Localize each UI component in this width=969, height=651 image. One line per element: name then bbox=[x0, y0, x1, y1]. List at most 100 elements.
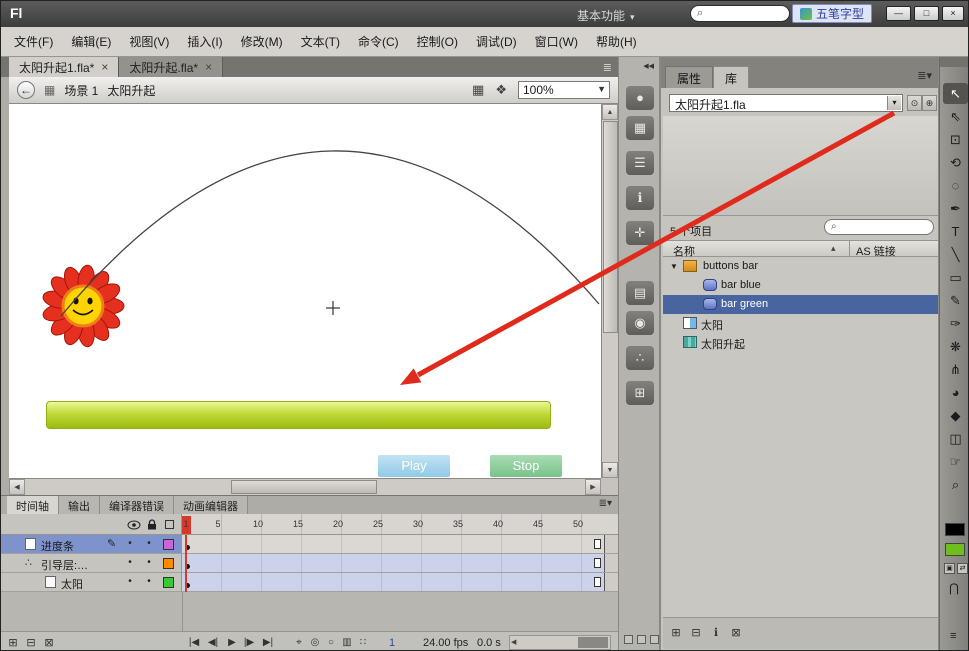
timeline-ruler[interactable]: 1 5 10 15 20 25 30 35 40 45 50 bbox=[182, 514, 618, 535]
brush-tool[interactable]: ✑ bbox=[943, 313, 968, 334]
panel-menu-icon[interactable]: ≣▾ bbox=[917, 69, 932, 82]
text-tool[interactable]: T bbox=[943, 221, 968, 242]
layer-row-progress-bar[interactable]: 进度条 ✎ • • bbox=[1, 535, 618, 554]
tween-span[interactable] bbox=[182, 554, 605, 572]
delete-layer-button[interactable]: ⊠ bbox=[41, 635, 57, 650]
lock-dot[interactable]: • bbox=[142, 576, 156, 587]
workspace-switcher[interactable]: 基本功能 ▾ bbox=[577, 7, 635, 24]
menu-commands[interactable]: 命令(C) bbox=[349, 30, 408, 53]
visibility-dot[interactable]: • bbox=[123, 576, 137, 587]
library-item-sun[interactable]: 太阳 bbox=[663, 314, 938, 333]
edit-scene-button[interactable]: ▦ bbox=[472, 82, 484, 98]
frame-span[interactable] bbox=[182, 535, 605, 553]
item-properties-button[interactable]: ℹ bbox=[707, 626, 725, 642]
pencil-tool[interactable]: ✎ bbox=[943, 290, 968, 311]
layer-frames[interactable] bbox=[182, 573, 618, 592]
components-panel-icon[interactable]: ⊞ bbox=[626, 381, 654, 405]
close-icon[interactable]: × bbox=[205, 60, 212, 74]
color-panel-icon[interactable]: ● bbox=[626, 86, 654, 110]
titlebar-search[interactable]: ⌕ bbox=[690, 5, 790, 22]
stage-canvas[interactable]: Play Stop bbox=[9, 104, 601, 478]
3d-rotation-tool[interactable]: ⟲ bbox=[943, 152, 968, 173]
timeline-frame-scrollbar[interactable]: ◀ bbox=[509, 635, 611, 650]
menu-view[interactable]: 视图(V) bbox=[120, 30, 178, 53]
lock-dot[interactable]: • bbox=[142, 557, 156, 568]
lock-icon[interactable] bbox=[147, 519, 157, 533]
menu-modify[interactable]: 修改(M) bbox=[232, 30, 292, 53]
horizontal-scrollbar[interactable]: ◀ ▶ bbox=[9, 478, 601, 495]
info-panel-icon[interactable]: ℹ bbox=[626, 186, 654, 210]
delete-item-button[interactable]: ⊠ bbox=[727, 626, 745, 642]
menu-edit[interactable]: 编辑(E) bbox=[62, 30, 120, 53]
zoom-control[interactable]: 100% ▼ bbox=[518, 81, 610, 99]
library-document-select[interactable]: 太阳升起1.fla ▾ bbox=[669, 94, 903, 112]
ime-indicator[interactable]: 五笔字型 bbox=[792, 4, 873, 23]
menu-insert[interactable]: 插入(I) bbox=[178, 30, 231, 53]
scroll-down-arrow[interactable]: ▼ bbox=[602, 462, 618, 478]
scroll-left-arrow[interactable]: ◀ bbox=[9, 479, 25, 495]
new-layer-button[interactable]: ⊞ bbox=[5, 635, 21, 650]
dock-footer-square-icon[interactable] bbox=[624, 635, 633, 644]
library-item-sunrise[interactable]: 太阳升起 bbox=[663, 333, 938, 352]
new-symbol-button[interactable]: ⊞ bbox=[667, 626, 685, 642]
menu-help[interactable]: 帮助(H) bbox=[587, 30, 646, 53]
back-button[interactable]: ← bbox=[17, 81, 35, 99]
maximize-button[interactable]: □ bbox=[914, 6, 939, 21]
motion-presets-panel-icon[interactable]: ◉ bbox=[626, 311, 654, 335]
center-frame-button[interactable]: ⌖ bbox=[291, 635, 307, 650]
tab-timeline[interactable]: 时间轴 bbox=[7, 496, 59, 514]
eraser-tool[interactable]: ◫ bbox=[943, 428, 968, 449]
pen-tool[interactable]: ✒ bbox=[943, 198, 968, 219]
playhead-line[interactable] bbox=[185, 535, 187, 592]
menu-debug[interactable]: 调试(D) bbox=[467, 30, 526, 53]
tab-document-1[interactable]: 太阳升起1.fla* × bbox=[9, 57, 120, 77]
swatches-panel-icon[interactable]: ▦ bbox=[626, 116, 654, 140]
library-item-bar-green[interactable]: bar green bbox=[663, 295, 938, 314]
dock-footer-square-icon[interactable] bbox=[650, 635, 659, 644]
transform-panel-icon[interactable]: ✛ bbox=[626, 221, 654, 245]
outline-color-swatch[interactable] bbox=[163, 558, 174, 569]
layer-row-guide[interactable]: ∴ 引导层:… • • bbox=[1, 554, 618, 573]
tab-motion-editor[interactable]: 动画编辑器 bbox=[174, 496, 248, 514]
play-button[interactable]: ▶ bbox=[224, 635, 240, 650]
tab-list-menu-icon[interactable]: ≣ bbox=[603, 61, 612, 74]
menu-file[interactable]: 文件(F) bbox=[5, 30, 62, 53]
eyedropper-tool[interactable]: ◆ bbox=[943, 405, 968, 426]
stop-button[interactable]: Stop bbox=[490, 455, 562, 477]
panel-menu-icon[interactable]: ≣▾ bbox=[599, 498, 612, 509]
breadcrumb-scene[interactable]: 场景 1 bbox=[64, 82, 98, 99]
search-input[interactable] bbox=[711, 7, 785, 20]
tab-library[interactable]: 库 bbox=[713, 66, 750, 88]
black-white-colors-button[interactable]: ▣ bbox=[944, 563, 955, 574]
play-button[interactable]: Play bbox=[378, 455, 450, 477]
stroke-color-swatch[interactable] bbox=[945, 523, 965, 536]
modify-markers-button[interactable]: ∷ bbox=[355, 635, 371, 650]
edit-multiple-frames-button[interactable]: ▥ bbox=[339, 635, 355, 650]
outline-view-icon[interactable] bbox=[165, 520, 174, 529]
library-item-bar-blue[interactable]: bar blue bbox=[663, 276, 938, 295]
visibility-dot[interactable]: • bbox=[123, 538, 137, 549]
scroll-right-arrow[interactable]: ▶ bbox=[585, 479, 601, 495]
lock-dot[interactable]: • bbox=[142, 538, 156, 549]
swap-colors-button[interactable]: ⇄ bbox=[957, 563, 968, 574]
snippets-panel-icon[interactable]: ∴ bbox=[626, 346, 654, 370]
menu-control[interactable]: 控制(O) bbox=[408, 30, 467, 53]
expand-panels-icon[interactable]: ◀◀ bbox=[643, 62, 654, 70]
tab-compiler-errors[interactable]: 编译器错误 bbox=[100, 496, 174, 514]
line-tool[interactable]: ╲ bbox=[943, 244, 968, 265]
tween-span[interactable] bbox=[182, 573, 605, 591]
timeline-scroll-thumb[interactable] bbox=[578, 637, 608, 648]
hand-tool[interactable]: ☞ bbox=[943, 451, 968, 472]
align-panel-icon[interactable]: ☰ bbox=[626, 151, 654, 175]
selection-tool[interactable]: ↖ bbox=[943, 83, 968, 104]
disclosure-triangle-icon[interactable]: ▼ bbox=[670, 262, 678, 271]
progress-bar-graphic[interactable] bbox=[46, 401, 551, 429]
layer-name-cell[interactable]: 太阳 • • bbox=[1, 573, 182, 592]
sort-direction-icon[interactable]: ▴ bbox=[831, 243, 836, 254]
layer-frames[interactable] bbox=[182, 554, 618, 573]
free-transform-tool[interactable]: ⊡ bbox=[943, 129, 968, 150]
tab-document-2[interactable]: 太阳升起.fla* × bbox=[119, 57, 224, 77]
paint-bucket-tool[interactable]: ◕ bbox=[943, 382, 968, 403]
outline-color-swatch[interactable] bbox=[163, 577, 174, 588]
new-folder-button[interactable]: ⊟ bbox=[23, 635, 39, 650]
